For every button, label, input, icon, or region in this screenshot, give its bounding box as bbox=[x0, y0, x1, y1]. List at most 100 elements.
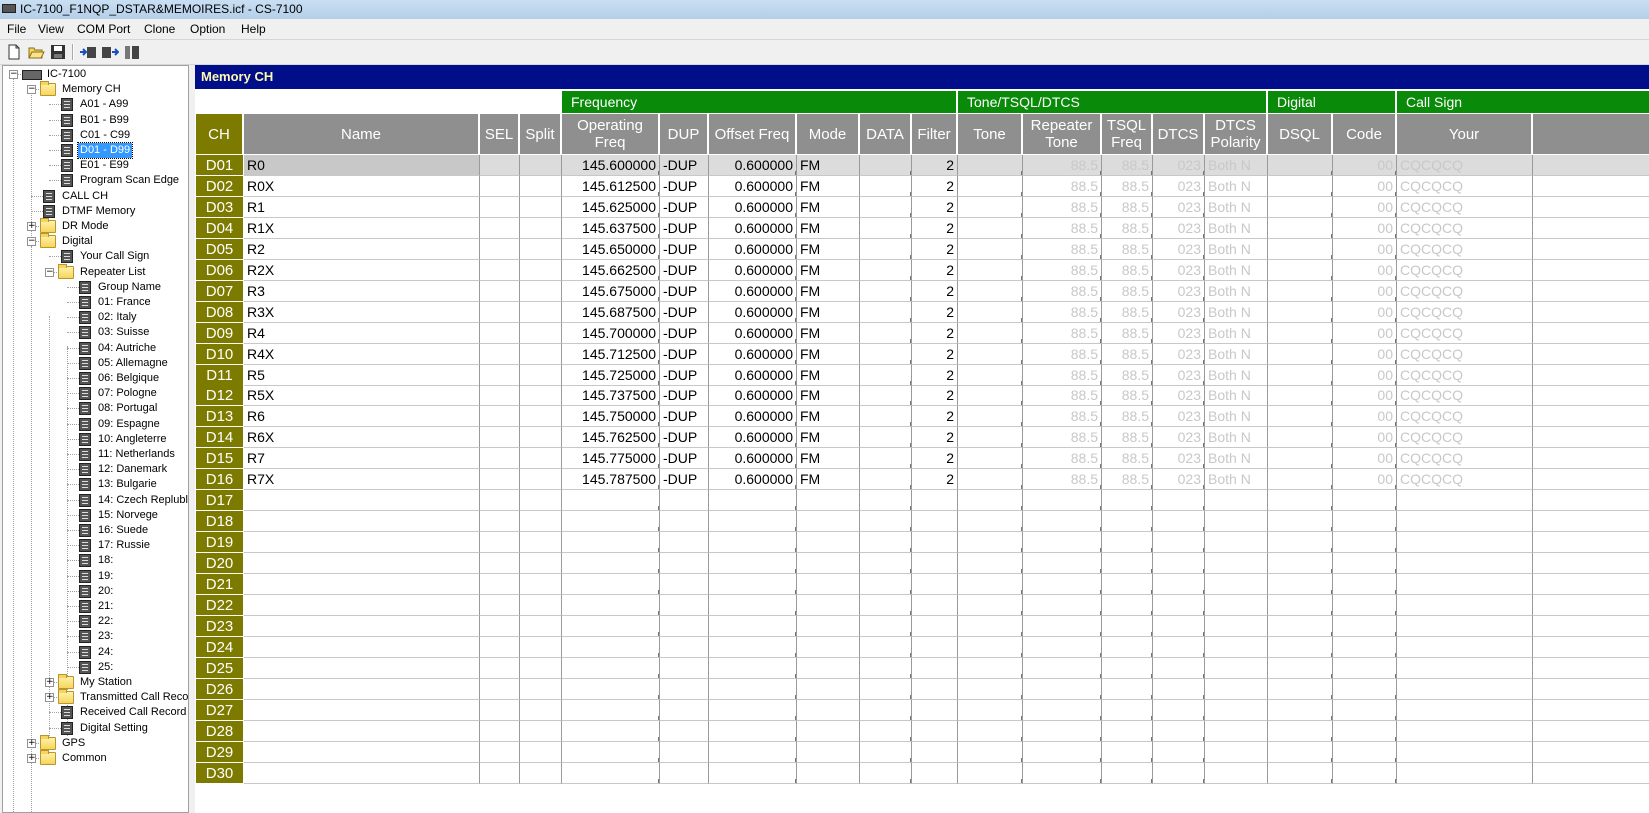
empty-cell[interactable] bbox=[1533, 553, 1649, 575]
empty-cell[interactable] bbox=[1102, 699, 1153, 721]
expand-icon[interactable]: + bbox=[45, 678, 54, 687]
empty-cell[interactable] bbox=[912, 699, 958, 721]
empty-cell[interactable] bbox=[860, 762, 912, 784]
offset-freq-cell[interactable]: 0.600000 bbox=[709, 469, 797, 491]
empty-cell[interactable] bbox=[958, 490, 1023, 512]
menu-file[interactable]: File bbox=[7, 22, 26, 36]
empty-cell[interactable] bbox=[1153, 594, 1205, 616]
empty-cell[interactable] bbox=[660, 657, 709, 679]
empty-cell[interactable] bbox=[958, 657, 1023, 679]
empty-cell[interactable] bbox=[860, 511, 912, 533]
table-row[interactable]: D22 bbox=[196, 594, 1649, 616]
tsql-freq-cell[interactable]: 88.5 bbox=[1102, 155, 1153, 176]
tsql-freq-cell[interactable]: 88.5 bbox=[1102, 343, 1153, 365]
empty-cell[interactable] bbox=[1533, 490, 1649, 512]
dsql-cell[interactable] bbox=[1268, 280, 1333, 302]
repeater-tone-cell[interactable]: 88.5 bbox=[1023, 469, 1102, 491]
empty-cell[interactable] bbox=[1397, 615, 1533, 637]
tree-item-gps[interactable]: + GPS bbox=[3, 734, 188, 751]
tone-cell[interactable] bbox=[958, 155, 1023, 176]
mode-cell[interactable]: FM bbox=[797, 385, 860, 407]
empty-cell[interactable] bbox=[1268, 720, 1333, 742]
name-cell[interactable]: R1X bbox=[244, 217, 480, 239]
offset-freq-cell[interactable]: 0.600000 bbox=[709, 155, 797, 176]
filter-cell[interactable]: 2 bbox=[912, 175, 958, 197]
dtcs-polarity-cell[interactable]: Both N bbox=[1205, 343, 1268, 365]
extra-cell[interactable] bbox=[1533, 155, 1649, 176]
tone-cell[interactable] bbox=[958, 217, 1023, 239]
empty-cell[interactable] bbox=[860, 574, 912, 595]
dsql-cell[interactable] bbox=[1268, 238, 1333, 260]
tree-item-20[interactable]: 20: bbox=[3, 584, 188, 599]
filter-cell[interactable]: 2 bbox=[912, 280, 958, 302]
empty-cell[interactable] bbox=[660, 720, 709, 742]
empty-cell[interactable] bbox=[797, 678, 860, 700]
collapse-icon[interactable]: − bbox=[9, 70, 18, 79]
extra-cell[interactable] bbox=[1533, 176, 1649, 197]
code-cell[interactable]: 00 bbox=[1333, 385, 1397, 407]
offset-freq-cell[interactable]: 0.600000 bbox=[709, 364, 797, 386]
empty-cell[interactable] bbox=[480, 678, 520, 700]
operating-freq-cell[interactable]: 145.662500 bbox=[562, 259, 660, 281]
split-cell[interactable] bbox=[520, 343, 562, 365]
dup-cell[interactable]: -DUP bbox=[660, 343, 709, 365]
tone-cell[interactable] bbox=[958, 364, 1023, 386]
empty-cell[interactable] bbox=[1205, 594, 1268, 616]
empty-cell[interactable] bbox=[520, 657, 562, 679]
mode-cell[interactable]: FM bbox=[797, 427, 860, 449]
empty-cell[interactable] bbox=[860, 532, 912, 554]
table-row[interactable]: D02 R0X 145.612500 -DUP 0.600000 FM 2 88.5 88.5 0… bbox=[196, 175, 1649, 197]
your-call-sign-cell[interactable]: CQCQCQ bbox=[1397, 322, 1533, 344]
tone-cell[interactable] bbox=[958, 280, 1023, 302]
extra-cell[interactable] bbox=[1533, 448, 1649, 470]
data-cell[interactable] bbox=[860, 364, 912, 386]
your-call-sign-cell[interactable]: CQCQCQ bbox=[1397, 175, 1533, 197]
empty-cell[interactable] bbox=[709, 574, 797, 595]
dsql-cell[interactable] bbox=[1268, 155, 1333, 176]
data-cell[interactable] bbox=[860, 217, 912, 239]
empty-cell[interactable] bbox=[520, 699, 562, 721]
empty-cell[interactable] bbox=[912, 615, 958, 637]
filter-cell[interactable]: 2 bbox=[912, 238, 958, 260]
tsql-freq-cell[interactable]: 88.5 bbox=[1102, 427, 1153, 449]
empty-cell[interactable] bbox=[912, 678, 958, 700]
tree-item-23[interactable]: 23: bbox=[3, 629, 188, 644]
menu-view[interactable]: View bbox=[38, 22, 64, 36]
empty-cell[interactable] bbox=[1268, 490, 1333, 512]
tree-item-repeater-list[interactable]: − Repeater List bbox=[3, 263, 188, 280]
sel-cell[interactable] bbox=[480, 175, 520, 197]
empty-cell[interactable] bbox=[1102, 532, 1153, 554]
empty-cell[interactable] bbox=[660, 678, 709, 700]
tree-item-09-espagne[interactable]: 09: Espagne bbox=[3, 417, 188, 432]
empty-cell[interactable] bbox=[1397, 762, 1533, 784]
dtcs-polarity-cell[interactable]: Both N bbox=[1205, 280, 1268, 302]
column-header-tsql-freq[interactable]: TSQL Freq bbox=[1102, 114, 1152, 154]
empty-cell[interactable] bbox=[244, 699, 480, 721]
mode-cell[interactable]: FM bbox=[797, 448, 860, 470]
tree-item-ic-7100[interactable]: − IC-7100 bbox=[3, 67, 188, 82]
dtcs-cell[interactable]: 023 bbox=[1153, 301, 1205, 323]
table-row[interactable]: D19 bbox=[196, 532, 1649, 554]
dtcs-cell[interactable]: 023 bbox=[1153, 175, 1205, 197]
data-cell[interactable] bbox=[860, 322, 912, 344]
empty-cell[interactable] bbox=[1153, 657, 1205, 679]
empty-cell[interactable] bbox=[480, 720, 520, 742]
tree-item-05-allemagne[interactable]: 05: Allemagne bbox=[3, 356, 188, 371]
empty-cell[interactable] bbox=[1268, 594, 1333, 616]
empty-cell[interactable] bbox=[562, 594, 660, 616]
empty-cell[interactable] bbox=[1397, 657, 1533, 679]
name-cell[interactable]: R2X bbox=[244, 259, 480, 281]
tsql-freq-cell[interactable]: 88.5 bbox=[1102, 406, 1153, 428]
table-row[interactable]: D09 R4 145.700000 -DUP 0.600000 FM 2 88.5 88.5 02… bbox=[196, 322, 1649, 344]
repeater-tone-cell[interactable]: 88.5 bbox=[1023, 448, 1102, 470]
empty-cell[interactable] bbox=[797, 490, 860, 512]
column-header-your[interactable]: Your bbox=[1397, 114, 1532, 154]
open-icon[interactable] bbox=[27, 43, 45, 61]
dup-cell[interactable]: -DUP bbox=[660, 301, 709, 323]
tree-item-c01-c99[interactable]: C01 - C99 bbox=[3, 128, 188, 143]
mode-cell[interactable]: FM bbox=[797, 155, 860, 176]
tree-item-01-france[interactable]: 01: France bbox=[3, 295, 188, 310]
empty-cell[interactable] bbox=[1268, 553, 1333, 575]
sel-cell[interactable] bbox=[480, 364, 520, 386]
dsql-cell[interactable] bbox=[1268, 196, 1333, 218]
